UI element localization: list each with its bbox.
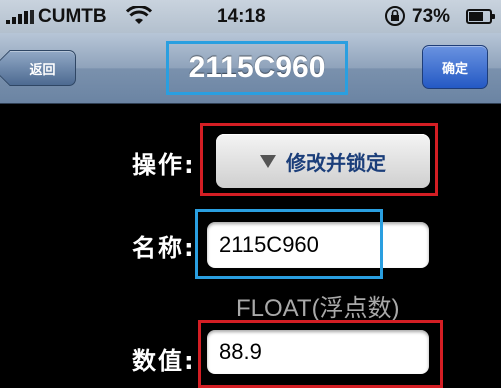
- battery-percent: 73%: [412, 6, 451, 27]
- title-highlight-box: 2115C960: [166, 41, 348, 95]
- operation-label: 操作:: [132, 151, 196, 179]
- rotation-lock-icon: [385, 6, 405, 26]
- carrier-name: CUMTB: [38, 6, 107, 27]
- page-title: 2115C960: [188, 51, 326, 84]
- value-highlight-box: [198, 320, 443, 388]
- name-highlight-box: [195, 209, 383, 279]
- navigation-bar: 返回 2115C960 确定: [0, 33, 501, 104]
- back-button[interactable]: 返回: [10, 50, 76, 86]
- operation-value: 修改并锁定: [286, 150, 386, 175]
- confirm-button-label: 确定: [441, 61, 468, 77]
- confirm-button[interactable]: 确定: [422, 45, 488, 89]
- name-label: 名称:: [132, 234, 196, 262]
- status-bar: CUMTB 14:18 73%: [0, 0, 501, 33]
- value-type-label: FLOAT(浮点数): [236, 295, 400, 322]
- operation-select-button[interactable]: 修改并锁定: [216, 134, 430, 188]
- signal-bars-icon: [6, 10, 36, 24]
- dropdown-triangle-icon: [260, 154, 276, 168]
- back-button-label: 返回: [29, 62, 56, 78]
- wifi-icon: [126, 6, 152, 24]
- value-label: 数值:: [132, 347, 196, 375]
- status-time: 14:18: [217, 6, 266, 27]
- battery-icon: [466, 9, 495, 24]
